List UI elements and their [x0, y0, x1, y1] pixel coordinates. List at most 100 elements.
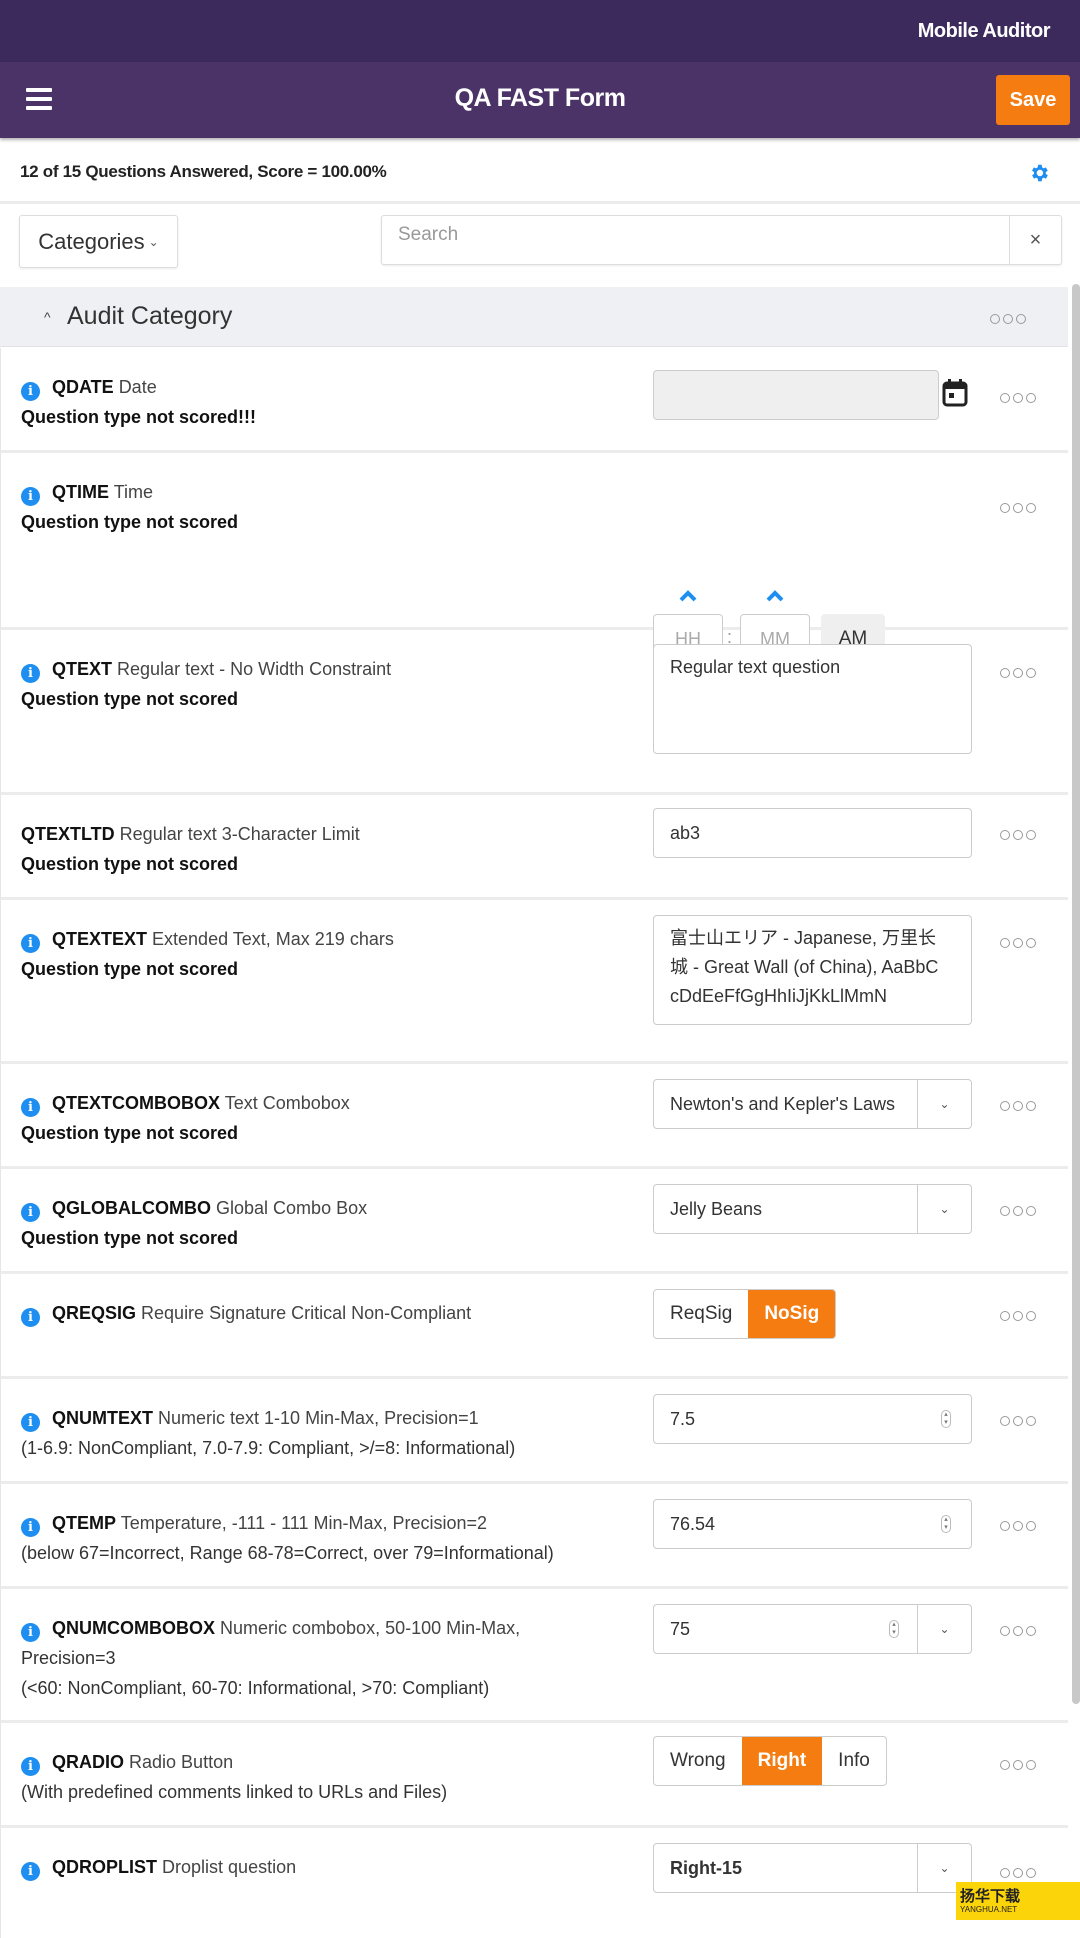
option-right[interactable]: Right [742, 1737, 823, 1785]
info-icon[interactable]: i [21, 382, 40, 401]
question-subtitle: Question type not scored [21, 1123, 238, 1143]
info-icon[interactable]: i [21, 1623, 40, 1642]
question-subtitle: Question type not scored [21, 1228, 238, 1248]
info-icon[interactable]: i [21, 1098, 40, 1117]
category-more-icon[interactable] [990, 314, 1026, 324]
info-icon[interactable]: i [21, 1757, 40, 1776]
calendar-icon[interactable] [942, 378, 968, 408]
question-list: iQDATE DateQuestion type not scored!!! i… [0, 348, 1068, 1938]
more-options-icon[interactable] [1000, 393, 1036, 403]
chevron-down-icon[interactable]: ⌄ [917, 1185, 971, 1233]
question-title-cont: Precision=3 [21, 1648, 116, 1668]
watermark-logo: 扬华下载 YANGHUA.NET [956, 1882, 1080, 1920]
option-reqsig[interactable]: ReqSig [654, 1290, 748, 1338]
question-title: Regular text 3-Character Limit [120, 824, 360, 844]
more-options-icon[interactable] [1000, 1760, 1036, 1770]
question-title: Global Combo Box [216, 1198, 367, 1218]
question-row: iQGLOBALCOMBO Global Combo BoxQuestion t… [0, 1169, 1068, 1274]
global-combobox[interactable]: Jelly Beans⌄ [653, 1184, 972, 1234]
question-note: (1-6.9: NonCompliant, 7.0-7.9: Compliant… [21, 1438, 515, 1458]
question-row: iQTIME TimeQuestion type not scored HH :… [0, 453, 1068, 630]
question-title: Radio Button [129, 1752, 233, 1772]
numeric-combobox[interactable]: 75▴▾⌄ [653, 1604, 972, 1654]
text-combobox[interactable]: Newton's and Kepler's Laws⌄ [653, 1079, 972, 1129]
more-options-icon[interactable] [1000, 938, 1036, 948]
question-code: QRADIO [52, 1752, 124, 1772]
page-title: QA FAST Form [0, 84, 1080, 113]
hour-up-icon[interactable] [679, 590, 697, 602]
question-title: Numeric text 1-10 Min-Max, Precision=1 [158, 1408, 479, 1428]
question-code: QREQSIG [52, 1303, 136, 1323]
question-title: Require Signature Critical Non-Compliant [141, 1303, 471, 1323]
more-options-icon[interactable] [1000, 1101, 1036, 1111]
more-options-icon[interactable] [1000, 1311, 1036, 1321]
scrollbar[interactable] [1072, 284, 1080, 1704]
more-options-icon[interactable] [1000, 668, 1036, 678]
option-info[interactable]: Info [822, 1737, 886, 1785]
chevron-down-icon[interactable]: ⌄ [917, 1605, 971, 1653]
save-button[interactable]: Save [996, 75, 1070, 125]
spinner-icon[interactable]: ▴▾ [941, 1410, 951, 1428]
more-options-icon[interactable] [1000, 1206, 1036, 1216]
more-options-icon[interactable] [1000, 1521, 1036, 1531]
option-wrong[interactable]: Wrong [654, 1737, 742, 1785]
chevron-down-icon: ⌄ [149, 235, 159, 249]
score-summary-text: 12 of 15 Questions Answered, Score = 100… [20, 162, 386, 182]
search-input[interactable] [382, 216, 1009, 264]
watermark-title: 扬华下载 [960, 1889, 1020, 1905]
close-icon: × [1030, 229, 1042, 252]
combobox-value: Jelly Beans [670, 1199, 917, 1220]
text-input[interactable]: ab3 [653, 808, 972, 858]
question-row: iQTEXT Regular text - No Width Constrain… [0, 630, 1068, 795]
spinner-icon[interactable]: ▴▾ [941, 1515, 951, 1533]
date-input[interactable] [653, 370, 939, 420]
question-title: Temperature, -111 - 111 Min-Max, Precisi… [121, 1513, 487, 1533]
more-options-icon[interactable] [1000, 830, 1036, 840]
chevron-up-icon[interactable]: ^ [44, 309, 51, 325]
question-title: Text Combobox [225, 1093, 350, 1113]
question-subtitle: Question type not scored [21, 854, 238, 874]
question-subtitle: Question type not scored [21, 689, 238, 709]
info-icon[interactable]: i [21, 664, 40, 683]
question-row: iQTEXTCOMBOBOX Text ComboboxQuestion typ… [0, 1064, 1068, 1169]
categories-dropdown[interactable]: Categories⌄ [19, 215, 178, 268]
info-icon[interactable]: i [21, 1413, 40, 1432]
question-title: Date [119, 377, 157, 397]
question-title: Extended Text, Max 219 chars [152, 929, 394, 949]
question-note: (below 67=Incorrect, Range 68-78=Correct… [21, 1543, 554, 1563]
combobox-value: Newton's and Kepler's Laws [670, 1094, 917, 1115]
info-icon[interactable]: i [21, 1308, 40, 1327]
more-options-icon[interactable] [1000, 1626, 1036, 1636]
text-area[interactable]: Regular text question [653, 644, 972, 754]
question-title: Droplist question [162, 1857, 296, 1877]
droplist[interactable]: Right-15⌄ [653, 1843, 972, 1893]
chevron-down-icon[interactable]: ⌄ [917, 1080, 971, 1128]
category-name: Audit Category [67, 302, 232, 331]
gear-icon[interactable] [1028, 162, 1050, 184]
more-options-icon[interactable] [1000, 1868, 1036, 1878]
info-icon[interactable]: i [21, 934, 40, 953]
spinner-icon[interactable]: ▴▾ [889, 1620, 899, 1638]
option-nosig[interactable]: NoSig [748, 1290, 835, 1338]
search-box: × [381, 215, 1062, 265]
extended-text-area[interactable]: 富士山エリア - Japanese, 万里长城 - Great Wall (of… [653, 915, 972, 1025]
watermark-subtitle: YANGHUA.NET [960, 1905, 1020, 1914]
question-row: iQTEMP Temperature, -111 - 111 Min-Max, … [0, 1484, 1068, 1589]
question-subtitle: Question type not scored [21, 959, 238, 979]
info-icon[interactable]: i [21, 1862, 40, 1881]
info-icon[interactable]: i [21, 1203, 40, 1222]
numeric-input[interactable]: 7.5▴▾ [653, 1394, 972, 1444]
info-icon[interactable]: i [21, 487, 40, 506]
question-row: iQDATE DateQuestion type not scored!!! [0, 348, 1068, 453]
clear-search-button[interactable]: × [1009, 216, 1061, 264]
question-subtitle: Question type not scored!!! [21, 407, 256, 427]
minute-up-icon[interactable] [766, 590, 784, 602]
temperature-input[interactable]: 76.54▴▾ [653, 1499, 972, 1549]
question-row: i QREQSIG Require Signature Critical Non-… [0, 1274, 1068, 1379]
info-icon[interactable]: i [21, 1518, 40, 1537]
score-summary: 12 of 15 Questions Answered, Score = 100… [0, 138, 1080, 204]
more-options-icon[interactable] [1000, 1416, 1036, 1426]
more-options-icon[interactable] [1000, 503, 1036, 513]
question-row: QTEXTLTD Regular text 3-Character LimitQ… [0, 795, 1068, 900]
category-header[interactable]: ^ Audit Category [0, 287, 1068, 347]
